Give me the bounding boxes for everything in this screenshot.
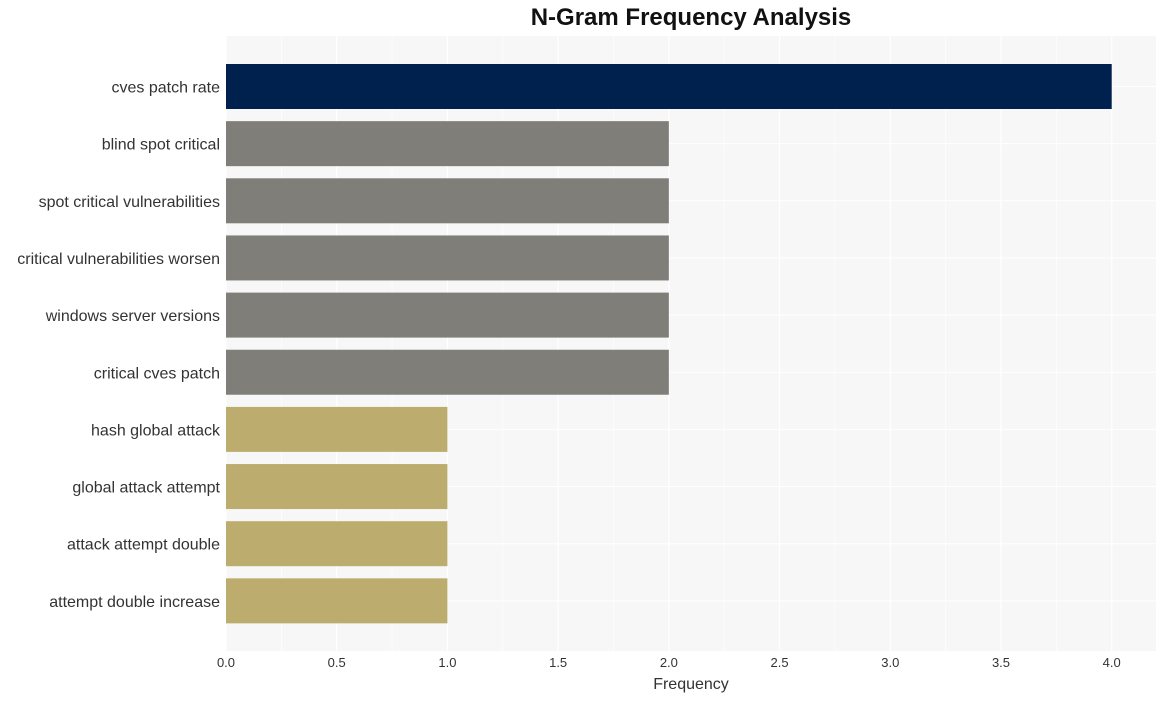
- y-tick-label: global attack attempt: [72, 480, 220, 497]
- bar: [226, 121, 669, 167]
- y-tick-label: cves patch rate: [112, 80, 221, 97]
- y-tick-labels: cves patch rate blind spot critical spot c…: [17, 80, 221, 611]
- x-tick-label: 4.0: [1103, 655, 1121, 670]
- y-tick-label: critical cves patch: [94, 365, 220, 382]
- y-tick-label: spot critical vulnerabilities: [39, 194, 220, 211]
- bar-chart: cves patch rate blind spot critical spot c…: [17, 36, 1156, 693]
- bar: [226, 292, 669, 338]
- y-tick-label: attack attempt double: [67, 537, 220, 554]
- x-tick-label: 3.0: [881, 655, 899, 670]
- bar: [226, 349, 669, 395]
- x-tick-label: 0.5: [328, 655, 346, 670]
- y-tick-label: blind spot critical: [102, 137, 220, 154]
- x-tick-label: 2.5: [771, 655, 789, 670]
- x-axis-label: Frequency: [653, 676, 729, 693]
- x-tick-label: 3.5: [992, 655, 1010, 670]
- y-tick-label: critical vulnerabilities worsen: [17, 251, 220, 268]
- y-tick-label: attempt double increase: [49, 594, 220, 611]
- bar: [226, 521, 448, 567]
- bar: [226, 578, 448, 624]
- x-tick-label: 0.0: [217, 655, 235, 670]
- bar: [226, 406, 448, 452]
- x-tick-label: 1.5: [549, 655, 567, 670]
- bar: [226, 464, 448, 510]
- y-tick-label: hash global attack: [91, 422, 221, 439]
- bar: [226, 235, 669, 281]
- x-tick-label: 2.0: [660, 655, 678, 670]
- x-tick-label: 1.0: [438, 655, 456, 670]
- bar: [226, 64, 1112, 109]
- bar: [226, 178, 669, 224]
- x-tick-labels: 0.0 0.5 1.0 1.5 2.0 2.5 3.0 3.5 4.0: [217, 655, 1121, 670]
- y-tick-label: windows server versions: [45, 308, 220, 325]
